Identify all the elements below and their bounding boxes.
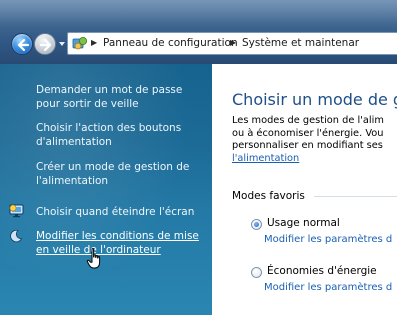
task-label: Modifier les conditions de mise — [36, 230, 199, 242]
titlebar-sheen — [0, 0, 397, 28]
favorites-divider — [314, 196, 397, 197]
plan-radio-balanced[interactable] — [251, 219, 262, 230]
intro-line: ou à économiser l'énergie. Vou — [232, 127, 384, 139]
plan-settings-link-balanced[interactable]: Modifier les paramètres d — [264, 234, 392, 245]
moon-icon — [10, 229, 23, 243]
breadcrumb-system-maintenance[interactable]: Système et maintenar — [242, 37, 359, 49]
monitor-icon — [9, 204, 24, 218]
task-label: Créer un mode de gestion de — [36, 161, 190, 173]
breadcrumb-separator-icon[interactable]: ▶ — [230, 38, 236, 47]
back-button[interactable] — [11, 33, 33, 55]
hand-cursor-icon — [86, 248, 101, 269]
power-options-link[interactable]: l'alimentation — [232, 153, 299, 164]
favorites-heading: Modes favoris — [232, 190, 305, 202]
task-label: Choisir quand éteindre l'écran — [36, 206, 195, 218]
breadcrumb-control-panel[interactable]: Panneau de configuration — [103, 37, 238, 49]
intro-text: Les modes de gestion de l'alim ou à écon… — [232, 115, 397, 165]
address-box[interactable]: ▶ Panneau de configuration ▶ Système et … — [67, 32, 397, 55]
task-power-buttons[interactable]: Choisir l'action des boutons d'alimentat… — [36, 122, 208, 149]
task-require-password[interactable]: Demander un mot de passe pour sortir de … — [36, 84, 208, 111]
plan-settings-link-power-saver[interactable]: Modifier les paramètres d — [264, 282, 392, 293]
task-label: Choisir l'action des boutons — [36, 122, 182, 134]
control-panel-icon — [72, 37, 87, 50]
history-dropdown-icon[interactable] — [58, 40, 66, 48]
main-content: Choisir un mode de ges Les modes de gest… — [212, 64, 397, 315]
plan-name-balanced[interactable]: Usage normal — [267, 217, 340, 229]
navigation-bar: ▶ Panneau de configuration ▶ Système et … — [0, 0, 397, 64]
forward-button[interactable] — [34, 33, 56, 55]
task-label: d'alimentation — [36, 135, 112, 148]
intro-line: Les modes de gestion de l'alim — [232, 115, 384, 126]
plan-radio-power-saver[interactable] — [251, 267, 262, 278]
task-pane: Demander un mot de passe pour sortir de … — [0, 64, 212, 315]
page-title: Choisir un mode de ges — [232, 90, 397, 109]
task-label: pour sortir de veille — [36, 97, 139, 110]
task-display-off[interactable]: Choisir quand éteindre l'écran — [36, 206, 208, 220]
breadcrumb-separator-icon[interactable]: ▶ — [91, 38, 97, 47]
task-sleep-settings[interactable]: Modifier les conditions de mise en veill… — [36, 230, 208, 257]
plan-name-power-saver[interactable]: Économies d'énergie — [267, 265, 377, 277]
task-label: l'alimentation — [36, 174, 109, 187]
task-create-plan[interactable]: Créer un mode de gestion de l'alimentati… — [36, 161, 208, 188]
task-label: Demander un mot de passe — [36, 84, 183, 96]
task-label: en veille de l'ordinateur — [36, 243, 161, 256]
intro-line: personnaliser en modifiant ses — [232, 140, 383, 151]
forward-arrow-icon — [39, 38, 52, 52]
back-arrow-icon — [17, 38, 30, 52]
